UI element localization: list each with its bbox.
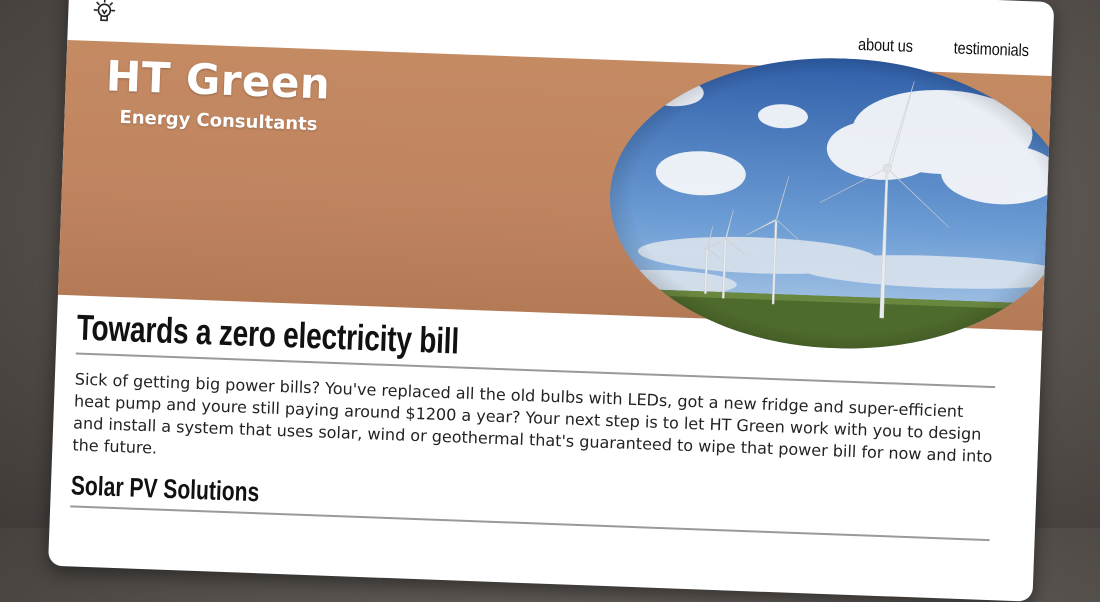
intro-paragraph: Sick of getting big power bills? You've … xyxy=(72,368,995,490)
main-nav: about us testimonials xyxy=(853,35,1035,62)
main-content: Towards a zero electricity bill Sick of … xyxy=(70,307,997,542)
webpage: about us testimonials HT Green Energy Co… xyxy=(48,0,1054,602)
hero-banner: HT Green Energy Consultants xyxy=(58,40,1052,331)
lightbulb-icon[interactable] xyxy=(90,0,119,26)
wind-turbines-photo xyxy=(605,50,1055,357)
nav-about-us[interactable]: about us xyxy=(858,35,913,57)
brand-title: HT Green xyxy=(105,51,331,108)
brand-subtitle: Energy Consultants xyxy=(119,107,318,135)
nav-testimonials[interactable]: testimonials xyxy=(953,38,1029,61)
